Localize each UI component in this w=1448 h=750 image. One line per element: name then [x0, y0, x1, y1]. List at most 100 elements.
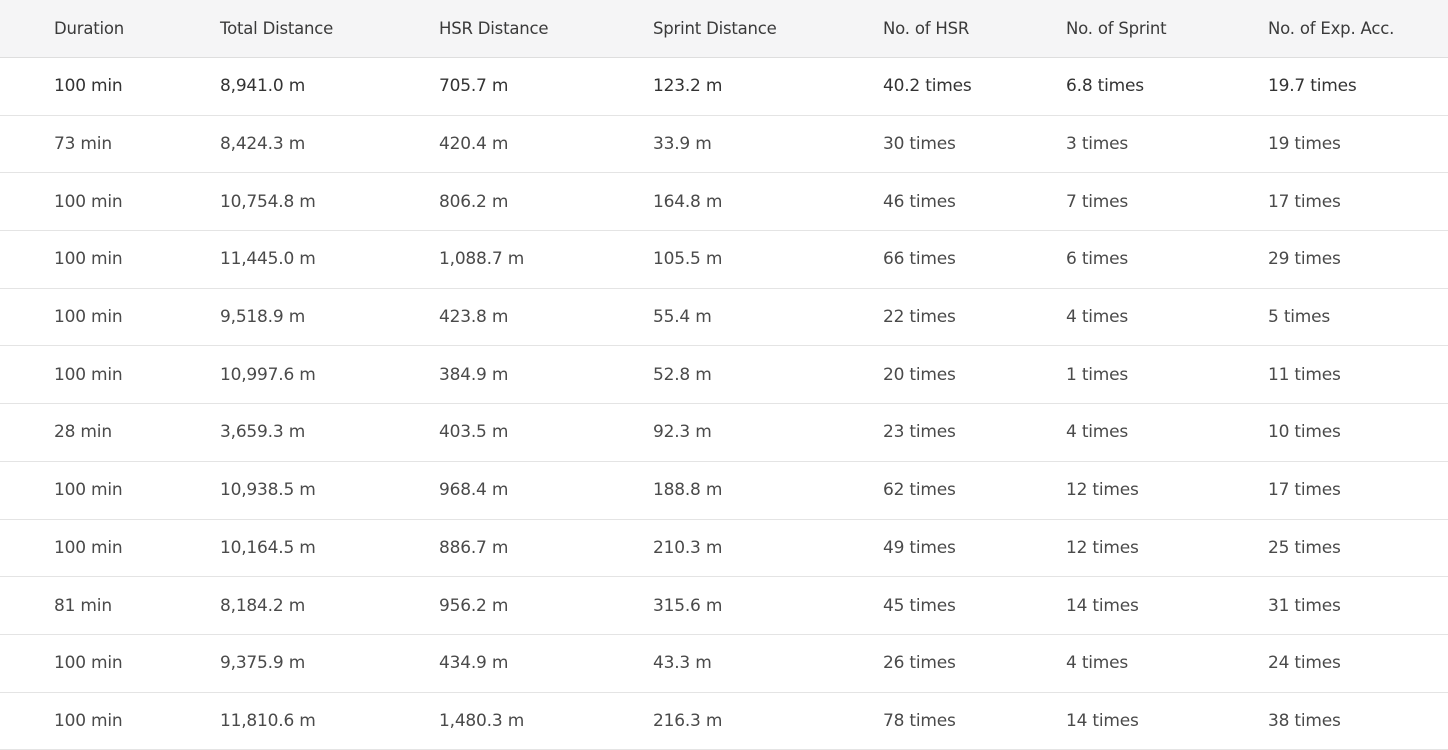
cell-no-of-hsr: 49 times — [883, 537, 956, 558]
cell-sprint-distance: 43.3 m — [653, 653, 712, 674]
cell-duration: 73 min — [54, 134, 112, 155]
table-row: 100 min 10,754.8 m 806.2 m 164.8 m 46 ti… — [0, 173, 1448, 232]
cell-duration: 100 min — [54, 537, 123, 558]
cell-no-of-sprint: 7 times — [1066, 191, 1129, 212]
cell-duration: 100 min — [54, 364, 123, 385]
cell-total-distance: 10,754.8 m — [220, 191, 316, 212]
column-header-hsr-distance[interactable]: HSR Distance — [439, 0, 549, 57]
cell-duration: 81 min — [54, 595, 112, 616]
cell-hsr-distance: 384.9 m — [439, 364, 509, 385]
cell-no-of-sprint: 4 times — [1066, 307, 1129, 328]
column-header-total-distance[interactable]: Total Distance — [220, 0, 333, 57]
cell-no-of-exp-acc: 19 times — [1268, 134, 1341, 155]
cell-no-of-exp-acc: 10 times — [1268, 422, 1341, 443]
cell-hsr-distance: 956.2 m — [439, 595, 509, 616]
cell-no-of-sprint: 14 times — [1066, 595, 1139, 616]
cell-sprint-distance: 33.9 m — [653, 134, 712, 155]
cell-sprint-distance: 164.8 m — [653, 191, 723, 212]
cell-no-of-sprint: 4 times — [1066, 653, 1129, 674]
cell-sprint-distance: 210.3 m — [653, 537, 723, 558]
table-row: 81 min 8,184.2 m 956.2 m 315.6 m 45 time… — [0, 577, 1448, 635]
cell-total-distance: 9,518.9 m — [220, 307, 306, 328]
cell-no-of-exp-acc: 11 times — [1268, 364, 1341, 385]
cell-sprint-distance: 105.5 m — [653, 249, 723, 270]
cell-hsr-distance: 434.9 m — [439, 653, 509, 674]
table-row: 28 min 3,659.3 m 403.5 m 92.3 m 23 times… — [0, 404, 1448, 462]
cell-no-of-hsr: 26 times — [883, 653, 956, 674]
cell-no-of-exp-acc: 38 times — [1268, 710, 1341, 731]
column-header-no-of-sprint[interactable]: No. of Sprint — [1066, 0, 1167, 57]
cell-total-distance: 11,810.6 m — [220, 710, 316, 731]
cell-no-of-hsr: 40.2 times — [883, 76, 972, 97]
table-row: 100 min 11,445.0 m 1,088.7 m 105.5 m 66 … — [0, 231, 1448, 289]
cell-total-distance: 8,941.0 m — [220, 76, 306, 97]
cell-duration: 100 min — [54, 710, 123, 731]
table-row: 100 min 10,997.6 m 384.9 m 52.8 m 20 tim… — [0, 346, 1448, 405]
cell-no-of-sprint: 1 times — [1066, 364, 1129, 385]
cell-hsr-distance: 420.4 m — [439, 134, 509, 155]
column-header-no-of-exp-acc[interactable]: No. of Exp. Acc. — [1268, 0, 1394, 57]
match-stats-table: Duration Total Distance HSR Distance Spr… — [0, 0, 1448, 750]
cell-total-distance: 9,375.9 m — [220, 653, 306, 674]
table-row: 100 min 9,518.9 m 423.8 m 55.4 m 22 time… — [0, 289, 1448, 347]
table-row: 100 min 8,941.0 m 705.7 m 123.2 m 40.2 t… — [0, 58, 1448, 116]
cell-no-of-exp-acc: 17 times — [1268, 480, 1341, 501]
cell-no-of-hsr: 66 times — [883, 249, 956, 270]
cell-total-distance: 11,445.0 m — [220, 249, 316, 270]
cell-duration: 100 min — [54, 653, 123, 674]
column-header-duration[interactable]: Duration — [54, 0, 124, 57]
cell-no-of-sprint: 14 times — [1066, 710, 1139, 731]
cell-duration: 28 min — [54, 422, 112, 443]
cell-no-of-sprint: 12 times — [1066, 480, 1139, 501]
cell-hsr-distance: 423.8 m — [439, 307, 509, 328]
cell-duration: 100 min — [54, 191, 123, 212]
table-row: 100 min 10,164.5 m 886.7 m 210.3 m 49 ti… — [0, 520, 1448, 578]
cell-total-distance: 8,184.2 m — [220, 595, 306, 616]
table-row: 100 min 9,375.9 m 434.9 m 43.3 m 26 time… — [0, 635, 1448, 693]
cell-no-of-sprint: 3 times — [1066, 134, 1129, 155]
table-row: 73 min 8,424.3 m 420.4 m 33.9 m 30 times… — [0, 116, 1448, 174]
cell-total-distance: 3,659.3 m — [220, 422, 306, 443]
cell-total-distance: 10,164.5 m — [220, 537, 316, 558]
cell-no-of-exp-acc: 17 times — [1268, 191, 1341, 212]
table-row: 100 min 11,810.6 m 1,480.3 m 216.3 m 78 … — [0, 693, 1448, 750]
cell-no-of-hsr: 45 times — [883, 595, 956, 616]
cell-total-distance: 10,997.6 m — [220, 364, 316, 385]
cell-sprint-distance: 123.2 m — [653, 76, 723, 97]
cell-hsr-distance: 403.5 m — [439, 422, 509, 443]
cell-duration: 100 min — [54, 307, 123, 328]
cell-sprint-distance: 216.3 m — [653, 710, 723, 731]
cell-sprint-distance: 315.6 m — [653, 595, 723, 616]
cell-no-of-sprint: 12 times — [1066, 537, 1139, 558]
table-header-row: Duration Total Distance HSR Distance Spr… — [0, 0, 1448, 58]
cell-total-distance: 10,938.5 m — [220, 480, 316, 501]
cell-no-of-hsr: 23 times — [883, 422, 956, 443]
cell-no-of-sprint: 6.8 times — [1066, 76, 1144, 97]
cell-no-of-exp-acc: 25 times — [1268, 537, 1341, 558]
cell-total-distance: 8,424.3 m — [220, 134, 306, 155]
column-header-sprint-distance[interactable]: Sprint Distance — [653, 0, 777, 57]
cell-no-of-sprint: 6 times — [1066, 249, 1129, 270]
cell-duration: 100 min — [54, 249, 123, 270]
cell-no-of-exp-acc: 5 times — [1268, 307, 1331, 328]
cell-no-of-hsr: 22 times — [883, 307, 956, 328]
cell-no-of-hsr: 78 times — [883, 710, 956, 731]
cell-duration: 100 min — [54, 76, 123, 97]
cell-sprint-distance: 188.8 m — [653, 480, 723, 501]
cell-hsr-distance: 806.2 m — [439, 191, 509, 212]
cell-no-of-exp-acc: 19.7 times — [1268, 76, 1357, 97]
cell-no-of-hsr: 20 times — [883, 364, 956, 385]
cell-no-of-hsr: 62 times — [883, 480, 956, 501]
cell-no-of-exp-acc: 29 times — [1268, 249, 1341, 270]
cell-hsr-distance: 968.4 m — [439, 480, 509, 501]
table-row: 100 min 10,938.5 m 968.4 m 188.8 m 62 ti… — [0, 462, 1448, 520]
cell-no-of-exp-acc: 31 times — [1268, 595, 1341, 616]
cell-hsr-distance: 886.7 m — [439, 537, 509, 558]
cell-duration: 100 min — [54, 480, 123, 501]
cell-hsr-distance: 1,480.3 m — [439, 710, 525, 731]
cell-no-of-hsr: 30 times — [883, 134, 956, 155]
cell-no-of-sprint: 4 times — [1066, 422, 1129, 443]
cell-sprint-distance: 55.4 m — [653, 307, 712, 328]
column-header-no-of-hsr[interactable]: No. of HSR — [883, 0, 969, 57]
cell-no-of-exp-acc: 24 times — [1268, 653, 1341, 674]
